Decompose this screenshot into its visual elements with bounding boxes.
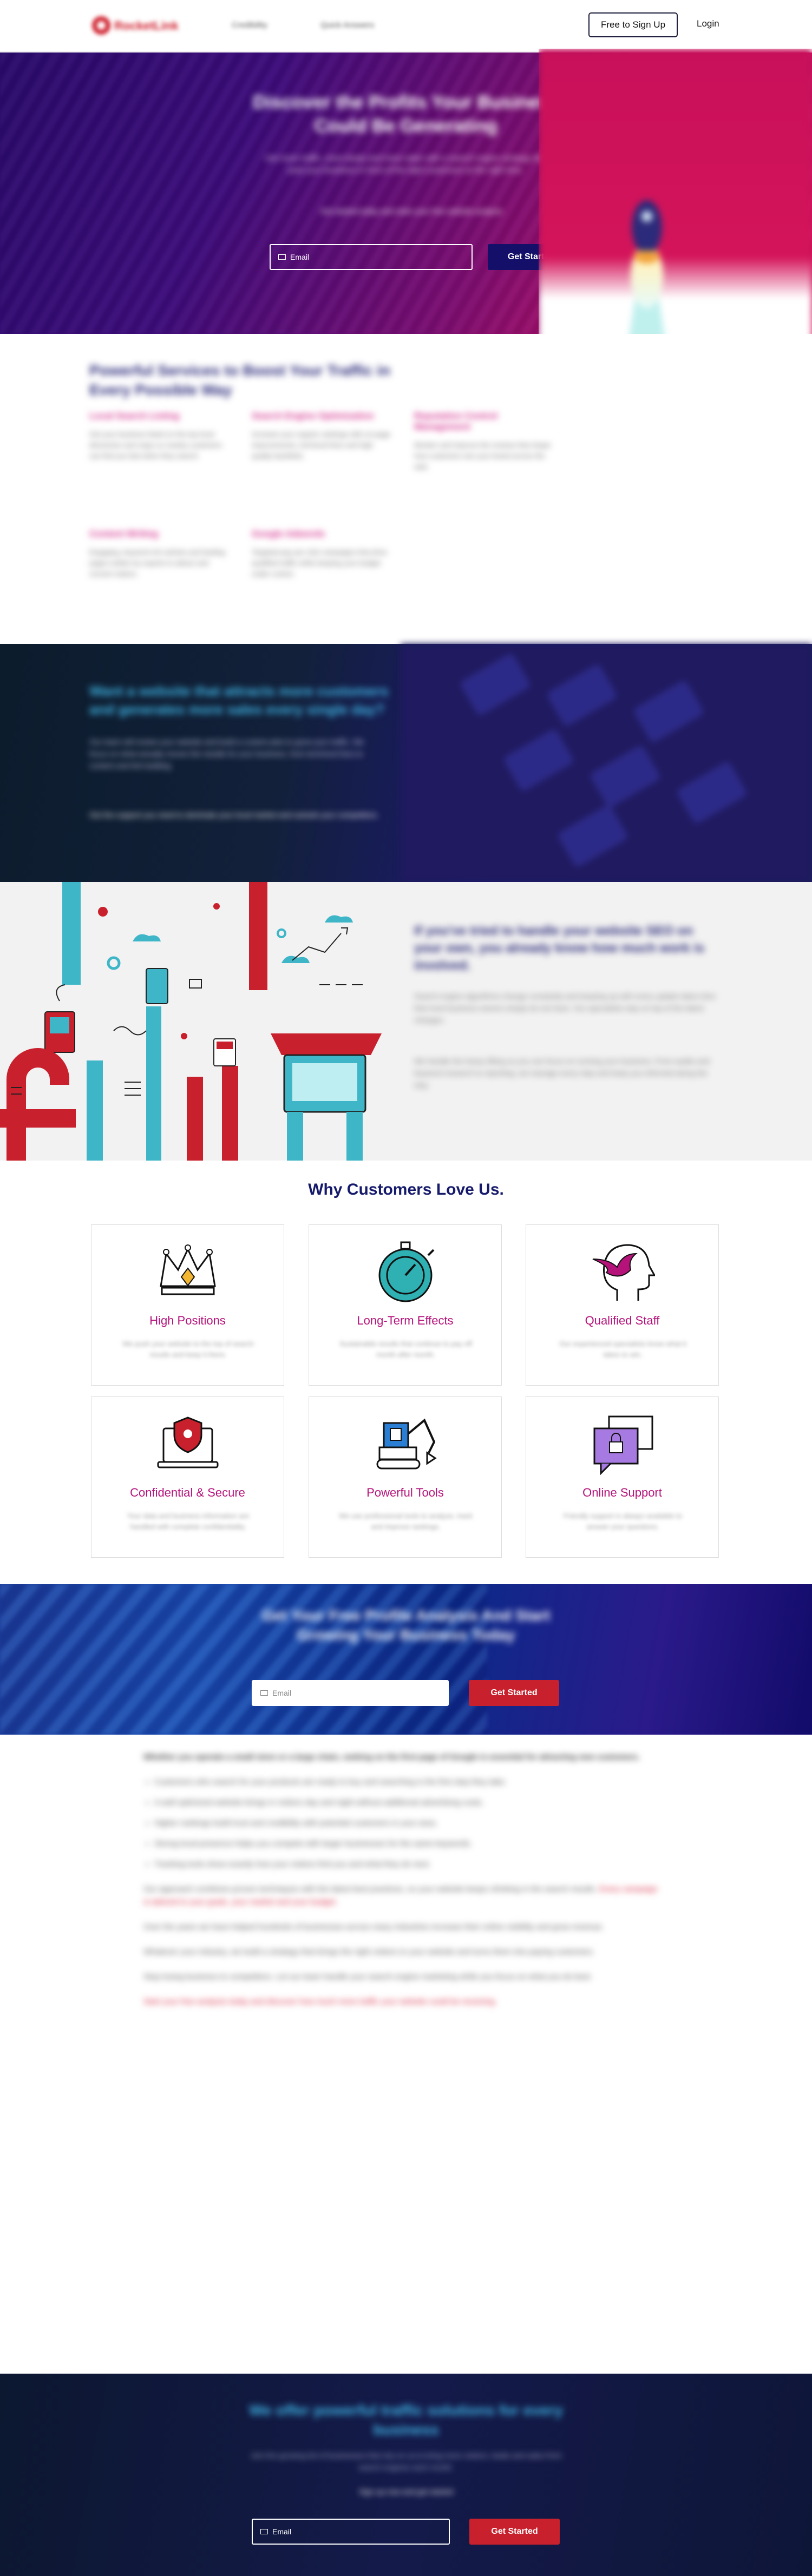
hero-email-input[interactable]: Email xyxy=(270,244,473,270)
feature-card-powerful-tools: Powerful Tools We use professional tools… xyxy=(309,1396,502,1558)
article-paragraph: Our approach combines proven techniques … xyxy=(143,1883,658,1909)
cta-title: Get Your Free Profile Analysis And Start… xyxy=(261,1607,551,1643)
bottom-cta-title: We offer powerful traffic solutions for … xyxy=(249,2402,563,2438)
service-text: Increase your organic rankings with on-p… xyxy=(252,430,390,460)
login-link[interactable]: Login xyxy=(697,18,719,29)
stopwatch-icon xyxy=(378,1241,435,1302)
service-text: Get your business listed on the top loca… xyxy=(89,430,222,460)
article-bullet: Strong local presence helps you compete … xyxy=(154,1837,658,1850)
article-bullet: Customers who search for your products a… xyxy=(154,1776,658,1789)
feature-card-confidential: Confidential & Secure Your data and busi… xyxy=(91,1396,284,1558)
bottom-email-input[interactable]: Email xyxy=(252,2519,450,2545)
bottom-cta-text: Join the growing list of businesses that… xyxy=(250,2451,562,2472)
marketing-illustration xyxy=(0,882,403,1161)
dark-info-section: Want a website that attracts more custom… xyxy=(0,644,812,882)
nav-item-credibility[interactable]: Credibility xyxy=(232,21,267,30)
feature-text: We use professional tools to analyze, tr… xyxy=(339,1512,473,1531)
feature-card-high-positions: High Positions We push your website to t… xyxy=(91,1224,284,1386)
bottom-cta-note: Sign up now and get started xyxy=(358,2487,454,2496)
head-bird-icon xyxy=(592,1244,655,1301)
mail-icon xyxy=(260,2529,268,2534)
feature-card-qualified-staff: Qualified Staff Our experienced speciali… xyxy=(526,1224,719,1386)
dark-section-paragraph: Our team will review your website and bu… xyxy=(89,737,364,770)
service-local-search: Local Search Listing Get your business l… xyxy=(89,411,230,462)
illustration-section-paragraph: Search engine algorithms change constant… xyxy=(414,992,716,1024)
mail-icon xyxy=(260,1690,268,1696)
feature-title: High Positions xyxy=(149,1314,226,1327)
illustration-section: If you've tried to handle your website S… xyxy=(0,882,812,1161)
mail-icon xyxy=(278,254,286,260)
bottom-cta-section: We offer powerful traffic solutions for … xyxy=(0,2374,812,2576)
feature-text: Friendly support is always available to … xyxy=(564,1512,682,1531)
bottom-get-started-button[interactable]: Get Started xyxy=(469,2519,560,2545)
service-text: Targeted pay per click campaigns that dr… xyxy=(252,548,388,578)
service-text: Engaging, keyword rich articles and land… xyxy=(89,548,225,578)
service-content-writing: Content Writing Engaging, keyword rich a… xyxy=(89,529,230,579)
hero-subtitle: Get more traffic, more leads and more sa… xyxy=(265,154,547,175)
article-bullet: A well optimized website brings in visit… xyxy=(154,1796,658,1809)
feature-text: Our experienced specialists know what it… xyxy=(559,1340,686,1359)
article-paragraph-3: Whatever your industry, we build a strat… xyxy=(143,1947,595,1956)
brand-logo[interactable]: RocketLink xyxy=(89,12,198,39)
feature-title: Qualified Staff xyxy=(585,1314,660,1327)
feature-title: Confidential & Secure xyxy=(130,1486,245,1499)
feature-title: Long-Term Effects xyxy=(357,1314,454,1327)
email-placeholder: Email xyxy=(272,1689,292,1697)
crown-icon xyxy=(160,1244,216,1295)
illustration-section-paragraph-2: We handle the heavy lifting so you can f… xyxy=(414,1057,710,1089)
illustration-section-title: If you've tried to handle your website S… xyxy=(414,924,705,973)
cta-section: Get Your Free Profile Analysis And Start… xyxy=(0,1584,812,1735)
article-bullet: Tracking tools show exactly how your vis… xyxy=(154,1858,658,1871)
service-title: Content Writing xyxy=(89,529,159,539)
keyboard-photo xyxy=(401,644,812,882)
article-paragraph-2: Over the years we have helped hundreds o… xyxy=(143,1922,604,1932)
signup-button[interactable]: Free to Sign Up xyxy=(588,12,678,37)
excavator-icon xyxy=(376,1418,437,1470)
article-paragraph-4: Stop losing business to competitors. Let… xyxy=(143,1972,592,1981)
secure-laptop-icon xyxy=(157,1417,219,1468)
feature-text: Your data and business information are h… xyxy=(127,1512,250,1531)
article-block: Whether you operate a small store or a l… xyxy=(143,1751,658,2020)
why-section-title: Why Customers Love Us. xyxy=(308,1181,504,1198)
feature-text: We push your website to the top of searc… xyxy=(122,1340,254,1359)
cta-get-started-button[interactable]: Get Started xyxy=(469,1680,559,1706)
services-title: Powerful Services to Boost Your Traffic … xyxy=(89,362,390,398)
service-title: Local Search Listing xyxy=(89,411,180,421)
article-intro: Whether you operate a small store or a l… xyxy=(143,1753,640,1762)
site-header: RocketLink Credibility Quick Answers Fre… xyxy=(0,0,812,52)
service-title: Reputation Control Management xyxy=(414,411,497,432)
dark-section-paragraph-2: Get the support you need to dominate you… xyxy=(89,811,379,819)
feature-title: Online Support xyxy=(582,1486,662,1499)
service-adwords: Google Adwords Targeted pay per click ca… xyxy=(252,529,392,579)
dark-section-title: Want a website that attracts more custom… xyxy=(89,683,389,717)
article-paragraph-text: Our approach combines proven techniques … xyxy=(143,1885,597,1894)
feature-card-online-support: Online Support Friendly support is alway… xyxy=(526,1396,719,1558)
service-reputation: Reputation Control Management Monitor an… xyxy=(414,411,555,472)
hero-note: Get started today and claim your free we… xyxy=(320,207,503,215)
feature-text: Sustainable results that continue to pay… xyxy=(339,1340,472,1359)
feature-card-long-term: Long-Term Effects Sustainable results th… xyxy=(309,1224,502,1386)
nav-item-quick-answers[interactable]: Quick Answers xyxy=(320,21,374,30)
hero-title: Discover the Profits Your Business Could… xyxy=(253,92,559,136)
service-title: Search Engine Optimization xyxy=(252,411,374,421)
email-placeholder: Email xyxy=(272,2527,292,2536)
services-section: Powerful Services to Boost Your Traffic … xyxy=(0,334,812,644)
cta-email-input[interactable]: Email xyxy=(252,1680,449,1706)
service-seo: Search Engine Optimization Increase your… xyxy=(252,411,392,462)
article-paragraph-highlight: Start your free analysis today and disco… xyxy=(143,1997,497,2006)
article-bullet: Higher rankings build trust and credibil… xyxy=(154,1817,658,1830)
service-title: Google Adwords xyxy=(252,529,325,539)
chat-lock-icon xyxy=(593,1415,653,1475)
brand-name: RocketLink xyxy=(114,19,179,32)
feature-title: Powerful Tools xyxy=(366,1486,444,1499)
email-placeholder: Email xyxy=(290,253,310,261)
service-text: Monitor and improve the reviews that sha… xyxy=(414,441,551,471)
